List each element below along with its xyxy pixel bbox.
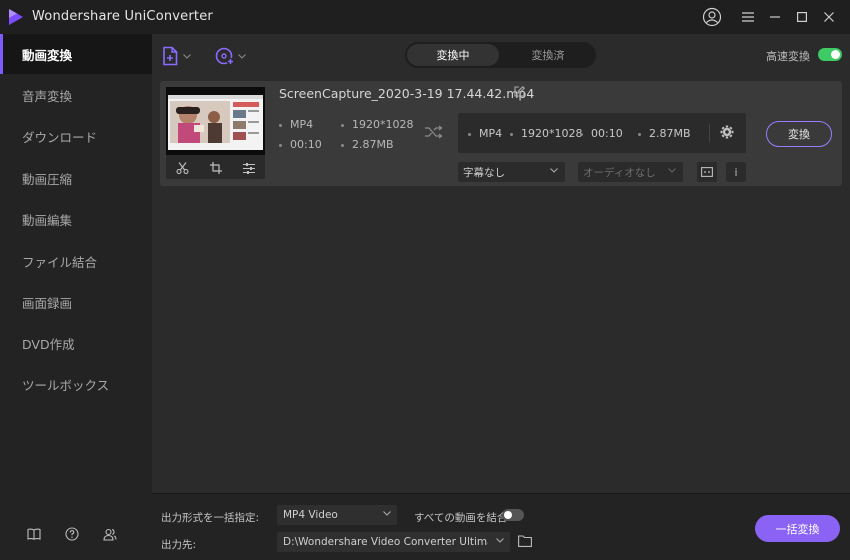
sidebar-item-edit[interactable]: 動画編集 <box>0 199 152 239</box>
output-path-select[interactable]: D:\Wondershare Video Converter Ultimate\… <box>277 532 510 552</box>
minimize-icon[interactable] <box>762 4 788 30</box>
tab-converted[interactable]: 変換済 <box>502 44 594 66</box>
sidebar-item-dvd[interactable]: DVD作成 <box>0 323 152 363</box>
add-disc-button[interactable] <box>215 45 246 67</box>
fast-convert-label: 高速変換 <box>766 50 810 63</box>
info-button[interactable]: i <box>726 162 746 182</box>
close-icon[interactable] <box>816 4 842 30</box>
merge-all-toggle[interactable] <box>502 509 524 521</box>
crop-icon[interactable] <box>209 162 222 174</box>
output-path-label: 出力先: <box>161 539 197 551</box>
sidebar-item-toolbox[interactable]: ツールボックス <box>0 364 152 404</box>
fast-convert-toggle[interactable] <box>818 48 842 61</box>
conversion-tab-switch: 変換中 変換済 <box>405 42 596 68</box>
users-icon[interactable] <box>102 526 118 542</box>
target-resolution: 1920*1028 <box>510 127 583 140</box>
sidebar-item-download[interactable]: ダウンロード <box>0 116 152 156</box>
sidebar-item-audio-convert[interactable]: 音声変換 <box>0 75 152 115</box>
target-format-panel[interactable]: MP4 1920*1028 00:10 2.87MB <box>458 113 746 153</box>
chevron-down-icon <box>668 168 676 173</box>
chevron-down-icon <box>550 168 558 173</box>
file-name: ScreenCapture_2020-3-19 17.44.42.mp4 <box>279 86 535 101</box>
account-icon[interactable] <box>699 4 725 30</box>
convert-button[interactable]: 変換 <box>766 121 832 147</box>
app-logo-icon <box>9 9 23 25</box>
output-format-value: MP4 Video <box>283 509 338 521</box>
gear-icon[interactable] <box>720 125 734 139</box>
shuffle-arrow-icon <box>425 125 443 139</box>
divider <box>709 124 710 142</box>
source-resolution: 1920*1028 <box>341 118 414 131</box>
source-format: MP4 <box>279 118 313 131</box>
sidebar: 動画変換 音声変換 ダウンロード 動画圧縮 動画編集 ファイル結合 画面録画 D… <box>0 34 152 560</box>
batch-convert-button[interactable]: 一括変換 <box>755 515 840 542</box>
target-format: MP4 <box>468 127 502 140</box>
chevron-down-icon <box>183 53 191 59</box>
subtitle-edit-button[interactable] <box>697 162 717 182</box>
sidebar-item-video-convert[interactable]: 動画変換 <box>0 34 152 74</box>
add-file-icon <box>163 46 178 66</box>
merge-all-label: すべての動画を結合 <box>414 512 508 524</box>
target-duration: 00:10 <box>580 127 623 140</box>
output-format-select[interactable]: MP4 Video <box>277 505 397 525</box>
chevron-down-icon <box>496 538 504 543</box>
sidebar-item-merge[interactable]: ファイル結合 <box>0 241 152 281</box>
folder-icon[interactable] <box>518 535 532 547</box>
toolbar: 変換中 変換済 高速変換 <box>152 34 850 78</box>
effects-adjust-icon[interactable] <box>242 162 255 174</box>
bottom-bar: 出力形式を一括指定: MP4 Video すべての動画を結合 出力先: D:\W… <box>152 493 850 560</box>
main-panel: 変換中 変換済 高速変換 ScreenCapture_2020-3-19 17.… <box>152 34 850 560</box>
add-file-button[interactable] <box>162 45 191 67</box>
book-icon[interactable] <box>26 526 42 542</box>
source-size: 2.87MB <box>341 138 394 151</box>
thumbnail-panel <box>166 87 265 179</box>
scissors-icon[interactable] <box>176 162 189 174</box>
tab-converting[interactable]: 変換中 <box>407 44 499 66</box>
app-title: Wondershare UniConverter <box>32 9 213 24</box>
rename-edit-icon[interactable] <box>514 86 525 97</box>
chevron-down-icon <box>383 511 391 516</box>
subtitle-select-value: 字幕なし <box>463 166 505 179</box>
title-bar: Wondershare UniConverter <box>0 0 850 34</box>
subtitle-select[interactable]: 字幕なし <box>458 162 565 182</box>
add-disc-icon <box>215 47 235 66</box>
source-duration: 00:10 <box>279 138 322 151</box>
video-thumbnail[interactable] <box>166 87 265 155</box>
chevron-down-icon <box>238 53 246 59</box>
subtitle-box-icon <box>701 167 713 177</box>
target-size: 2.87MB <box>638 127 691 140</box>
sidebar-item-screen-record[interactable]: 画面録画 <box>0 282 152 322</box>
maximize-icon[interactable] <box>789 4 815 30</box>
output-format-label: 出力形式を一括指定: <box>161 512 260 524</box>
audio-select-value: オーディオなし <box>583 166 656 179</box>
menu-icon[interactable] <box>735 4 761 30</box>
output-path-value: D:\Wondershare Video Converter Ultimate\… <box>283 536 488 548</box>
sidebar-item-compress[interactable]: 動画圧縮 <box>0 158 152 198</box>
help-icon[interactable] <box>64 526 80 542</box>
audio-track-select[interactable]: オーディオなし <box>578 162 683 182</box>
file-card: ScreenCapture_2020-3-19 17.44.42.mp4 MP4… <box>160 81 842 186</box>
